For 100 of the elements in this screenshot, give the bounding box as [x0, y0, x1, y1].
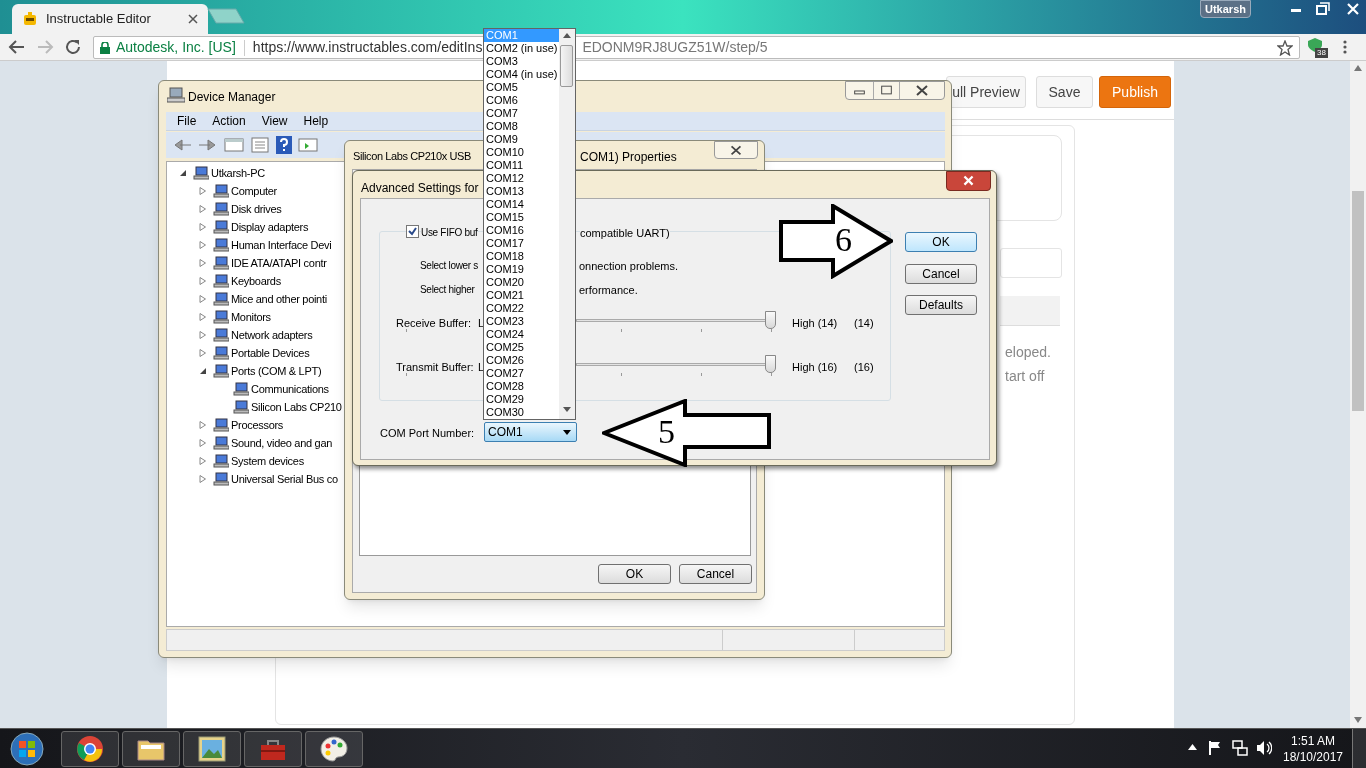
flag-icon[interactable] — [1208, 740, 1222, 756]
taskbar-button[interactable] — [122, 731, 180, 767]
dropdown-option[interactable]: COM12 — [484, 172, 559, 185]
forward-arrow-icon[interactable] — [198, 137, 218, 153]
page-button[interactable]: Save — [1036, 76, 1093, 108]
scrollbar[interactable] — [559, 29, 575, 419]
collapsed-icon[interactable] — [199, 187, 207, 195]
close-icon[interactable] — [188, 14, 198, 24]
menu-item[interactable]: View — [261, 112, 288, 130]
tree-item[interactable]: Utkarsh-PC — [211, 164, 265, 182]
tree-item[interactable]: Human Interface Devi — [231, 236, 332, 254]
collapsed-icon[interactable] — [199, 205, 207, 213]
dropdown-option[interactable]: COM16 — [484, 224, 559, 237]
slider-thumb[interactable] — [765, 355, 776, 373]
dropdown-option[interactable]: COM10 — [484, 146, 559, 159]
star-icon[interactable] — [1277, 39, 1293, 56]
dropdown-option[interactable]: COM14 — [484, 198, 559, 211]
show-desktop-button[interactable] — [1352, 729, 1366, 768]
checkbox[interactable] — [406, 225, 419, 238]
dropdown-option[interactable]: COM25 — [484, 341, 559, 354]
taskbar-button[interactable] — [305, 731, 363, 767]
close-icon[interactable] — [946, 171, 991, 191]
dropdown-option[interactable]: COM8 — [484, 120, 559, 133]
back-arrow-icon[interactable] — [8, 38, 26, 56]
slider[interactable] — [576, 355, 776, 375]
dropdown-option[interactable]: COM23 — [484, 315, 559, 328]
menu-item[interactable]: Action — [212, 112, 246, 130]
input-field[interactable] — [1000, 248, 1062, 278]
dropdown-option[interactable]: COM15 — [484, 211, 559, 224]
new-tab-icon[interactable] — [206, 8, 246, 24]
dialog-button[interactable]: OK — [905, 232, 977, 252]
network-icon[interactable] — [1232, 740, 1248, 756]
taskbar-button[interactable] — [183, 731, 241, 767]
tree-item[interactable]: Keyboards — [231, 272, 281, 290]
tree-item[interactable]: Universal Serial Bus co — [231, 470, 338, 488]
collapsed-icon[interactable] — [199, 241, 207, 249]
collapsed-icon[interactable] — [199, 457, 207, 465]
dropdown-option[interactable]: COM27 — [484, 367, 559, 380]
dropdown-option[interactable]: COM13 — [484, 185, 559, 198]
collapsed-icon[interactable] — [199, 277, 207, 285]
dropdown-option[interactable]: COM19 — [484, 263, 559, 276]
scrollbar[interactable] — [1350, 61, 1366, 728]
tree-item[interactable]: IDE ATA/ATAPI contr — [231, 254, 327, 272]
collapsed-icon[interactable] — [199, 295, 207, 303]
dropdown-option[interactable]: COM28 — [484, 380, 559, 393]
dialog-button[interactable]: Cancel — [679, 564, 752, 584]
collapsed-icon[interactable] — [199, 313, 207, 321]
speaker-icon[interactable] — [1256, 740, 1272, 756]
dropdown-option[interactable]: COM20 — [484, 276, 559, 289]
up-arrow-icon[interactable] — [563, 33, 571, 38]
page-button[interactable]: ull Preview — [946, 76, 1026, 108]
close-icon[interactable] — [714, 141, 758, 159]
menu-item[interactable]: Help — [303, 112, 329, 130]
scrollbar-thumb[interactable] — [560, 45, 573, 87]
collapsed-icon[interactable] — [199, 349, 207, 357]
dropdown-option[interactable]: COM21 — [484, 289, 559, 302]
tree-item[interactable]: Portable Devices — [231, 344, 310, 362]
extension-icon[interactable]: 38 — [1307, 37, 1329, 59]
dropdown-option[interactable]: COM18 — [484, 250, 559, 263]
down-arrow-icon[interactable] — [563, 407, 571, 412]
down-arrow-icon[interactable] — [1354, 717, 1362, 723]
menu-icon[interactable] — [1342, 39, 1348, 55]
collapsed-icon[interactable] — [199, 259, 207, 267]
dropdown-option[interactable]: COM7 — [484, 107, 559, 120]
dropdown-option[interactable]: COM29 — [484, 393, 559, 406]
tree-item[interactable]: Mice and other pointi — [231, 290, 327, 308]
dropdown-option[interactable]: COM24 — [484, 328, 559, 341]
dropdown-option[interactable]: COM6 — [484, 94, 559, 107]
menu-item[interactable]: File — [177, 112, 197, 130]
com-port-dropdown[interactable]: COM1 — [484, 422, 577, 442]
dialog-button[interactable]: Cancel — [905, 264, 977, 284]
collapsed-icon[interactable] — [199, 223, 207, 231]
dialog-button[interactable]: Defaults — [905, 295, 977, 315]
up-arrow-icon[interactable] — [1188, 744, 1197, 750]
dropdown-option[interactable]: COM26 — [484, 354, 559, 367]
tree-item[interactable]: Monitors — [231, 308, 271, 326]
collapsed-icon[interactable] — [199, 421, 207, 429]
tree-item[interactable]: Display adapters — [231, 218, 309, 236]
tree-item[interactable]: Network adapters — [231, 326, 313, 344]
back-arrow-icon[interactable] — [172, 137, 192, 153]
expanded-icon[interactable] — [179, 169, 187, 177]
tree-item[interactable]: Communications — [251, 380, 329, 398]
dropdown-option[interactable]: COM9 — [484, 133, 559, 146]
dropdown-option[interactable]: COM4 (in use) — [484, 68, 559, 81]
tree-item[interactable]: Computer — [231, 182, 277, 200]
tree-item[interactable]: Ports (COM & LPT) — [231, 362, 322, 380]
collapsed-icon[interactable] — [199, 331, 207, 339]
expanded-icon[interactable] — [199, 367, 207, 375]
window-icon[interactable] — [298, 137, 318, 153]
slider[interactable] — [576, 311, 776, 331]
forward-arrow-icon[interactable] — [36, 38, 54, 56]
scrollbar-thumb[interactable] — [1352, 191, 1364, 411]
profile-button[interactable]: Utkarsh — [1200, 0, 1251, 18]
reload-icon[interactable] — [64, 38, 82, 56]
list-icon[interactable] — [250, 137, 270, 153]
tree-item[interactable]: Processors — [231, 416, 284, 434]
browser-tab[interactable]: Instructable Editor — [12, 4, 208, 34]
collapsed-icon[interactable] — [199, 439, 207, 447]
help-icon[interactable] — [276, 136, 292, 154]
tree-item[interactable]: Sound, video and gan — [231, 434, 333, 452]
